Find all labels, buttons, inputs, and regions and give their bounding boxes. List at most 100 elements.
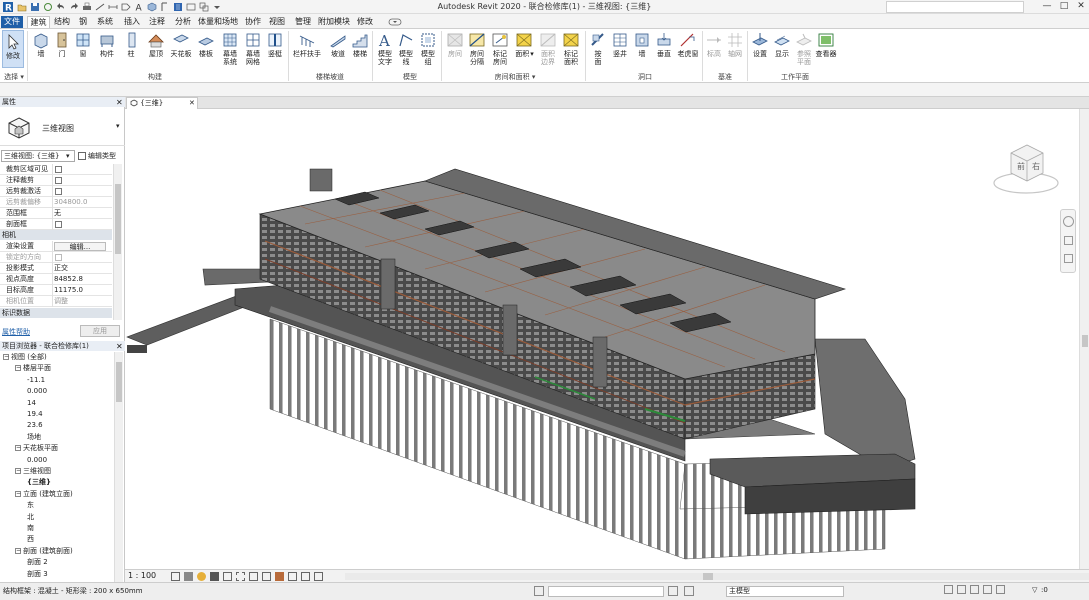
browser-folder-item[interactable]: − 天花板平面 <box>15 443 58 454</box>
view-scale[interactable]: 1 : 100 <box>128 571 156 580</box>
tab-steel[interactable]: 钢 <box>76 16 90 28</box>
select-underlay-icon[interactable] <box>957 585 966 594</box>
property-row[interactable]: 锁定的方向 <box>0 252 112 263</box>
tag-area-button[interactable]: 标记 面积 <box>561 31 581 66</box>
properties-close-icon[interactable]: ✕ <box>116 98 123 107</box>
close-inactive-icon[interactable] <box>186 2 196 12</box>
camera-category[interactable]: 相机 <box>0 230 112 240</box>
viewcube-front-face[interactable]: 前 <box>1017 161 1025 172</box>
tab-insert[interactable]: 插入 <box>121 16 143 28</box>
property-edit-button[interactable]: 编辑... <box>54 242 106 251</box>
property-row[interactable]: 视点高度 84852.8 <box>0 274 112 285</box>
property-checkbox[interactable] <box>55 177 62 184</box>
select-pinned-icon[interactable] <box>970 585 979 594</box>
viewcube[interactable]: 前 右 <box>991 135 1061 197</box>
tab-file[interactable]: 文件 <box>1 16 23 28</box>
browser-leaf-item[interactable]: 0.000 <box>27 455 47 466</box>
area-boundary-button[interactable]: 面积 边界 <box>538 31 558 66</box>
wall-button[interactable]: 墙 <box>30 31 52 58</box>
property-row[interactable]: 远剪裁偏移 304800.0 <box>0 197 112 208</box>
property-value[interactable]: 正交 <box>54 263 68 274</box>
property-value[interactable]: 11175.0 <box>54 285 83 296</box>
dormer-button[interactable]: 老虎窗 <box>676 31 700 58</box>
browser-leaf-item[interactable]: 场地 <box>27 432 41 443</box>
active-workset-dropdown[interactable] <box>548 586 664 597</box>
property-row[interactable]: 投影模式 正交 <box>0 263 112 274</box>
reveal-hidden-icon[interactable] <box>275 572 284 581</box>
browser-folder-item[interactable]: − 剖面 (建筑剖面) <box>15 546 73 557</box>
property-checkbox[interactable] <box>55 221 62 228</box>
tab-overflow-icon[interactable] <box>388 16 402 28</box>
browser-leaf-item[interactable]: 东 <box>27 500 34 511</box>
save-icon[interactable] <box>30 2 40 12</box>
type-dropdown-arrow-icon[interactable]: ▾ <box>116 122 120 130</box>
property-value[interactable]: 304800.0 <box>54 197 87 208</box>
undo-icon[interactable] <box>56 2 66 12</box>
roof-button[interactable]: 屋顶 <box>145 31 167 58</box>
browser-close-icon[interactable]: ✕ <box>116 342 123 351</box>
property-checkbox[interactable] <box>55 166 62 173</box>
wall-opening-button[interactable]: 墙 <box>632 31 652 58</box>
identity-data-category[interactable]: 标识数据 <box>0 308 112 318</box>
constraints-icon[interactable] <box>314 572 323 581</box>
browser-folder-item[interactable]: − 视图 (全部) <box>3 352 47 363</box>
browser-leaf-item[interactable]: 剖面 2 <box>27 557 48 568</box>
editable-only-icon[interactable] <box>668 586 678 596</box>
curtain-grid-button[interactable]: 幕墙 网格 <box>242 31 264 66</box>
component-button[interactable]: 构件 <box>96 31 118 58</box>
steering-wheel-icon[interactable] <box>1063 216 1074 227</box>
minimize-button[interactable]: — <box>1038 1 1056 13</box>
browser-leaf-item[interactable]: {三维} <box>27 477 51 488</box>
design-options-icon[interactable] <box>684 586 694 596</box>
highlight-displacement-icon[interactable] <box>301 572 310 581</box>
visual-style-icon[interactable] <box>184 572 193 581</box>
view-horizontal-scrollbar[interactable] <box>345 573 1089 580</box>
stair-button[interactable]: 楼梯 <box>350 31 370 58</box>
select-dropdown[interactable]: 选择 ▾ <box>2 72 26 82</box>
browser-leaf-item[interactable]: 14 <box>27 398 36 409</box>
browser-leaf-item[interactable]: 西 <box>27 534 34 545</box>
tree-collapse-icon[interactable]: − <box>15 490 21 497</box>
browser-folder-item[interactable]: − 三维视图 <box>15 466 51 477</box>
tag-icon[interactable] <box>121 2 131 12</box>
browser-folder-item[interactable]: − 立面 (建筑立面) <box>15 489 73 500</box>
browser-leaf-item[interactable]: -11.1 <box>27 375 45 386</box>
tab-annotate[interactable]: 注释 <box>146 16 168 28</box>
model-group-button[interactable]: 模型 组 <box>418 31 438 66</box>
sync-icon[interactable] <box>43 2 53 12</box>
show-workplane-button[interactable]: 显示 <box>772 31 792 58</box>
browser-leaf-item[interactable]: 剖面 3 <box>27 569 48 580</box>
modify-button[interactable]: 修改 <box>2 30 24 68</box>
property-row[interactable]: 远剪裁激活 <box>0 186 112 197</box>
design-option-dropdown[interactable]: 主模型 <box>726 586 844 597</box>
model-text-button[interactable]: A 模型 文字 <box>375 31 395 66</box>
property-row[interactable]: 相机位置 调整 <box>0 296 112 307</box>
set-workplane-button[interactable]: 设置 <box>750 31 770 58</box>
property-row[interactable]: 目标高度 11175.0 <box>0 285 112 296</box>
properties-scrollbar[interactable] <box>113 164 122 320</box>
railing-button[interactable]: 栏杆扶手 <box>291 31 323 58</box>
property-value[interactable]: 调整 <box>54 296 68 307</box>
column-button[interactable]: 柱 <box>123 31 139 58</box>
maximize-button[interactable]: □ <box>1055 1 1073 13</box>
property-row[interactable]: 范围框 无 <box>0 208 112 219</box>
browser-leaf-item[interactable]: 北 <box>27 512 34 523</box>
thin-lines-icon[interactable] <box>173 2 183 12</box>
reference-plane-button[interactable]: 参照 平面 <box>794 31 814 66</box>
view-tab-3d[interactable]: {三维} ✕ <box>126 97 198 109</box>
select-by-face-icon[interactable] <box>983 585 992 594</box>
browser-leaf-item[interactable]: 19.4 <box>27 409 43 420</box>
property-row[interactable]: 渲染设置 编辑... <box>0 241 112 252</box>
print-icon[interactable] <box>82 2 92 12</box>
detail-level-icon[interactable] <box>171 572 180 581</box>
property-checkbox[interactable] <box>55 188 62 195</box>
zoom-icon[interactable] <box>1064 236 1073 245</box>
3d-viewport[interactable]: 前 右 <box>125 109 1079 569</box>
tree-collapse-icon[interactable]: − <box>15 445 21 452</box>
type-selector[interactable]: 三维视图 ▾ <box>0 108 125 146</box>
view-vertical-scrollbar[interactable] <box>1079 109 1089 569</box>
switch-windows-icon[interactable] <box>199 2 209 12</box>
worksharing-icon[interactable] <box>534 586 544 596</box>
door-button[interactable]: 门 <box>53 31 71 58</box>
tag-room-button[interactable]: 标记 房间 <box>490 31 510 66</box>
